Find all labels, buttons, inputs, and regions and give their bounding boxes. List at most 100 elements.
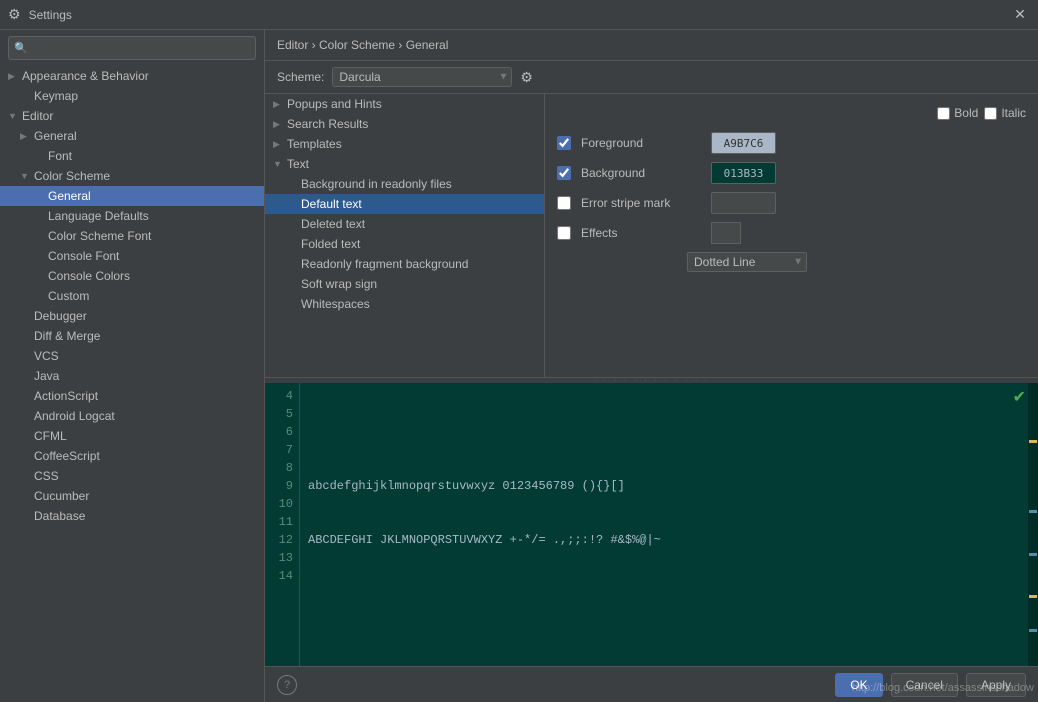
ok-button[interactable]: OK [835, 673, 882, 697]
sidebar-item-css[interactable]: CSS [0, 466, 264, 486]
search-box[interactable]: 🔍 [8, 36, 256, 60]
cs-item-whitespaces[interactable]: Whitespaces [265, 294, 544, 314]
cs-item-templates[interactable]: ▶ Templates [265, 134, 544, 154]
italic-checkbox[interactable] [984, 107, 997, 120]
sidebar-item-debugger[interactable]: Debugger [0, 306, 264, 326]
line-number: 5 [265, 405, 293, 423]
cs-item-label: Text [287, 157, 309, 171]
effects-type-select[interactable]: Dotted Line Underline Bold Underline Bor… [687, 252, 807, 272]
sidebar-item-general-selected[interactable]: General [0, 186, 264, 206]
cs-item-popups[interactable]: ▶ Popups and Hints [265, 94, 544, 114]
cs-item-label: Deleted text [301, 217, 365, 231]
cs-item-label: Search Results [287, 117, 368, 131]
error-stripe-checkbox[interactable] [557, 196, 571, 210]
sidebar-item-editor[interactable]: ▼ Editor [0, 106, 264, 126]
line-number: 6 [265, 423, 293, 441]
sidebar-item-font[interactable]: Font [0, 146, 264, 166]
code-line [308, 423, 1030, 441]
cs-item-readonly-fragment[interactable]: Readonly fragment background [265, 254, 544, 274]
sidebar-item-label: ActionScript [34, 389, 98, 403]
effects-color-box[interactable] [711, 222, 741, 244]
cs-item-bg-readonly[interactable]: Background in readonly files [265, 174, 544, 194]
middle-section: ▶ Popups and Hints ▶ Search Results ▶ Te… [265, 94, 1038, 377]
arrow-icon: ▼ [20, 171, 34, 181]
close-button[interactable]: ✕ [1010, 5, 1030, 25]
background-color-box[interactable]: 013B33 [711, 162, 776, 184]
sidebar-item-label: Cucumber [34, 489, 89, 503]
scroll-marker [1029, 440, 1037, 443]
sidebar-item-cfml[interactable]: CFML [0, 426, 264, 446]
cs-item-text[interactable]: ▼ Text [265, 154, 544, 174]
foreground-color-box[interactable]: A9B7C6 [711, 132, 776, 154]
error-stripe-color-box[interactable] [711, 192, 776, 214]
cs-item-label: Background in readonly files [301, 177, 452, 191]
sidebar-item-vcs[interactable]: VCS [0, 346, 264, 366]
sidebar-item-console-colors[interactable]: Console Colors [0, 266, 264, 286]
line-number: 7 [265, 441, 293, 459]
arrow-icon: ▼ [273, 159, 287, 169]
line-number: 8 [265, 459, 293, 477]
scroll-marker [1029, 595, 1037, 598]
sidebar-item-label: Diff & Merge [34, 329, 100, 343]
sidebar-item-java[interactable]: Java [0, 366, 264, 386]
sidebar: 🔍 ▶ Appearance & Behavior Keymap ▼ Edito… [0, 30, 265, 702]
sidebar-item-actionscript[interactable]: ActionScript [0, 386, 264, 406]
cs-item-label: Default text [301, 197, 362, 211]
effects-checkbox[interactable] [557, 226, 571, 240]
sidebar-item-label: Android Logcat [34, 409, 115, 423]
sidebar-item-label: CoffeeScript [34, 449, 100, 463]
scheme-select[interactable]: Darcula IntelliJ Default [332, 67, 512, 87]
effects-label: Effects [581, 226, 701, 240]
sidebar-item-android[interactable]: Android Logcat [0, 406, 264, 426]
sidebar-item-keymap[interactable]: Keymap [0, 86, 264, 106]
sidebar-item-label: Language Defaults [48, 209, 149, 223]
foreground-row: Foreground A9B7C6 [557, 132, 1026, 154]
cs-item-search[interactable]: ▶ Search Results [265, 114, 544, 134]
apply-button[interactable]: Apply [966, 673, 1026, 697]
sidebar-item-coffeescript[interactable]: CoffeeScript [0, 446, 264, 466]
background-checkbox[interactable] [557, 166, 571, 180]
scheme-row: Scheme: Darcula IntelliJ Default ▼ ⚙ [265, 61, 1038, 94]
arrow-icon: ▼ [8, 111, 22, 121]
cancel-button[interactable]: Cancel [891, 673, 958, 697]
search-input[interactable] [8, 36, 256, 60]
cs-item-folded-text[interactable]: Folded text [265, 234, 544, 254]
sidebar-item-console-font[interactable]: Console Font [0, 246, 264, 266]
sidebar-item-language-defaults[interactable]: Language Defaults [0, 206, 264, 226]
sidebar-item-general[interactable]: ▶ General [0, 126, 264, 146]
gear-icon[interactable]: ⚙ [520, 69, 533, 86]
sidebar-item-appearance[interactable]: ▶ Appearance & Behavior [0, 66, 264, 86]
cs-item-deleted-text[interactable]: Deleted text [265, 214, 544, 234]
help-button[interactable]: ? [277, 675, 297, 695]
preview-panel: 4 5 6 7 8 9 10 11 12 13 14 abcdefghijklm… [265, 383, 1038, 666]
code-text: ABCDEFGHI JKLMNOPQRSTUVWXYZ +-*/= .,;;:!… [308, 531, 661, 549]
effects-select-wrapper[interactable]: Dotted Line Underline Bold Underline Bor… [687, 252, 807, 272]
cs-item-label: Soft wrap sign [301, 277, 377, 291]
preview-scrollbar[interactable] [1028, 383, 1038, 666]
sidebar-item-custom[interactable]: Custom [0, 286, 264, 306]
sidebar-item-cucumber[interactable]: Cucumber [0, 486, 264, 506]
bold-checkbox[interactable] [937, 107, 950, 120]
bold-check-wrapper: Bold [937, 106, 978, 120]
scroll-marker [1029, 553, 1037, 556]
scheme-select-wrapper[interactable]: Darcula IntelliJ Default ▼ [332, 67, 512, 87]
arrow-icon: ▶ [273, 139, 287, 150]
sidebar-item-label: Appearance & Behavior [22, 69, 149, 83]
sidebar-item-diff[interactable]: Diff & Merge [0, 326, 264, 346]
breadcrumb: Editor › Color Scheme › General [265, 30, 1038, 61]
code-line [308, 639, 1030, 657]
cs-item-soft-wrap[interactable]: Soft wrap sign [265, 274, 544, 294]
sidebar-item-cs-font[interactable]: Color Scheme Font [0, 226, 264, 246]
sidebar-item-color-scheme[interactable]: ▼ Color Scheme [0, 166, 264, 186]
bold-italic-row: Bold Italic [557, 106, 1026, 120]
arrow-icon: ▶ [273, 99, 287, 110]
sidebar-item-database[interactable]: Database [0, 506, 264, 526]
bottom-bar: ? OK Cancel Apply [265, 666, 1038, 702]
foreground-checkbox[interactable] [557, 136, 571, 150]
sidebar-item-label: Keymap [34, 89, 78, 103]
sidebar-item-label: General [48, 189, 91, 203]
line-number: 14 [265, 567, 293, 585]
cs-item-default-text[interactable]: Default text [265, 194, 544, 214]
foreground-label: Foreground [581, 136, 701, 150]
title-bar: ⚙ Settings ✕ [0, 0, 1038, 30]
